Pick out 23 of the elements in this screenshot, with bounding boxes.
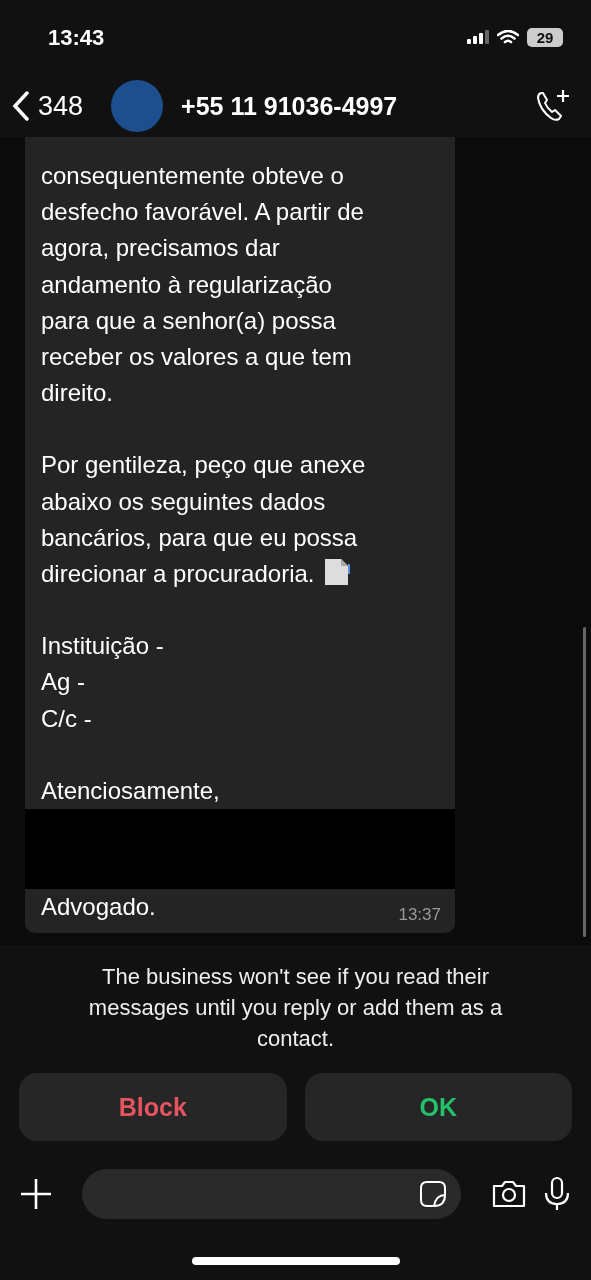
message-text: Atenciosamente, [40,775,221,806]
sticker-icon[interactable] [419,1180,447,1208]
battery-level: 29 [527,28,563,47]
camera-icon[interactable] [491,1179,527,1209]
message-text: Instituição - Ag - C/c - [40,631,165,734]
message-text: consequentemente obteve o desfecho favorável. A partir de agora, precisamos dar andamento à regularização para que a senhor(a) possa receber os valores a que tem direito. [40,160,365,409]
message-input[interactable] [82,1169,461,1219]
scrollbar[interactable] [583,627,586,937]
message-text: Por gentileza, peço que anexe abaixo os seguintes dados bancários, para que eu possa direcionar a procuradoria. [40,450,367,590]
back-button[interactable]: 348 [12,90,84,122]
block-button[interactable]: Block [19,1073,287,1141]
contact-name[interactable]: +55 11 91036-4997 [181,91,535,121]
privacy-notice: The business won't see if you read their messages until you reply or add them as a contact. [87,963,504,1053]
ok-button[interactable]: OK [304,1073,572,1141]
wifi-icon [497,29,519,46]
add-call-icon[interactable] [535,88,571,124]
microphone-icon[interactable] [543,1176,571,1212]
signal-icon [467,29,489,46]
message-time: 13:37 [398,905,441,925]
status-time: 13:43 [48,24,105,51]
message-text: Advogado. [41,892,156,922]
chevron-left-icon [12,91,30,121]
plus-icon[interactable] [20,1178,52,1210]
